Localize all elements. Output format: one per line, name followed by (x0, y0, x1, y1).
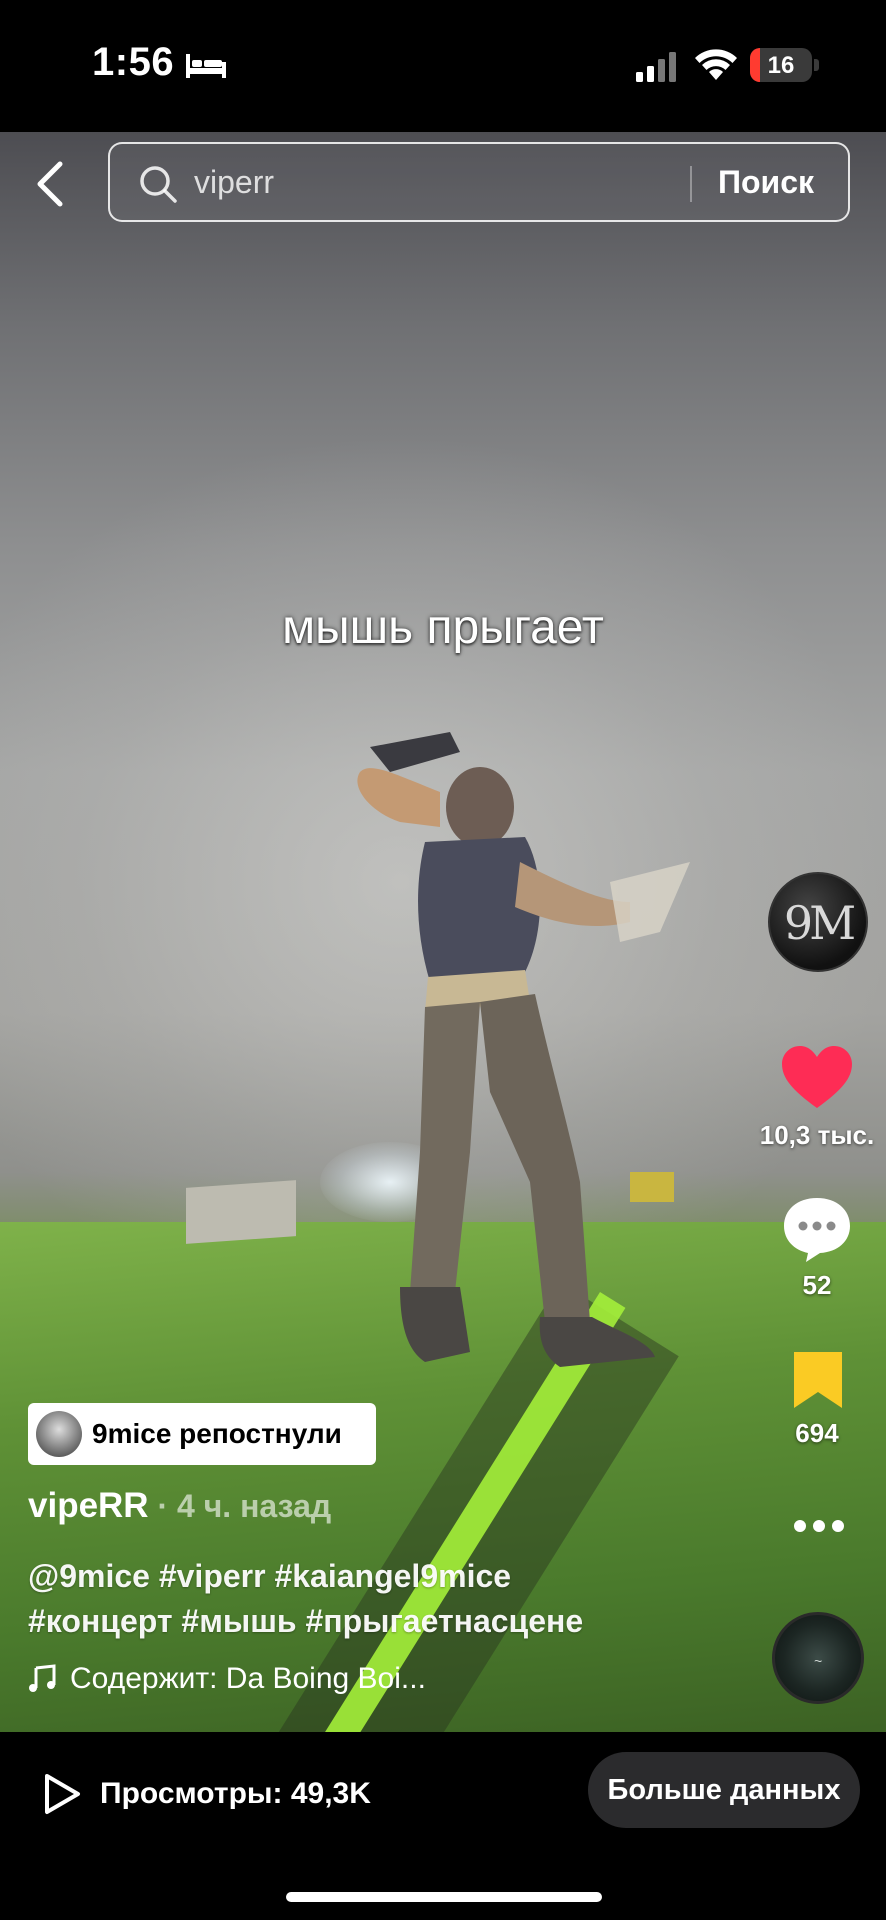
bookmark-icon[interactable] (792, 1350, 844, 1410)
like-count: 10,3 тыс. (759, 1120, 875, 1150)
battery-cap (814, 59, 819, 71)
music-disc[interactable]: ~ (772, 1612, 864, 1704)
comment-count: 52 (802, 1270, 832, 1300)
status-time: 1:56 (92, 40, 175, 84)
music-disc-art: ~ (813, 1653, 823, 1669)
creator-avatar-logo: 9M (783, 896, 856, 950)
description-line[interactable]: @9mice #viperr #kaiangel9mice (28, 1554, 748, 1599)
wifi-icon (695, 49, 737, 80)
back-button[interactable] (26, 156, 76, 212)
status-bar: 1:56 16 (0, 0, 886, 132)
battery-level: 16 (767, 52, 795, 79)
bed-icon (186, 54, 226, 78)
creator-avatar[interactable]: 9M (768, 872, 868, 972)
more-data-button[interactable]: Больше данных (588, 1752, 860, 1828)
repost-chip[interactable]: 9mice репостнули (28, 1403, 376, 1465)
post-time: · 4 ч. назад (148, 1488, 332, 1524)
repost-avatar (36, 1411, 82, 1457)
cellular-signal-icon (636, 52, 676, 82)
play-icon (45, 1774, 80, 1814)
more-options-icon[interactable] (792, 1516, 846, 1536)
home-indicator[interactable] (286, 1892, 602, 1902)
search-input[interactable]: viperr Поиск (108, 142, 850, 222)
views-count: Просмотры: 49,3K (100, 1777, 371, 1810)
music-row[interactable]: Содержит: Da Boing Boi... (28, 1662, 426, 1696)
battery-icon: 16 (750, 48, 812, 82)
search-button[interactable]: Поиск (718, 164, 814, 201)
heart-icon[interactable] (782, 1046, 852, 1110)
video-caption-overlay: мышь прыгает (282, 601, 604, 654)
stage-speaker (186, 1180, 296, 1244)
author-name[interactable]: vipeRR (28, 1486, 149, 1525)
comment-icon[interactable] (782, 1196, 852, 1262)
search-query[interactable]: viperr (194, 164, 274, 201)
description-line[interactable]: #концерт #мышь #прыгаетнасцене (28, 1599, 748, 1644)
music-title: Содержит: Da Boing Boi... (70, 1662, 426, 1695)
repost-label: 9mice репостнули (92, 1418, 342, 1449)
author-row: vipeRR · 4 ч. назад (28, 1486, 331, 1526)
search-divider (690, 166, 692, 202)
bottom-bar: Просмотры: 49,3K Больше данных (0, 1732, 886, 1920)
post-description: @9mice #viperr #kaiangel9mice #концерт #… (28, 1554, 748, 1644)
favorite-count: 694 (795, 1418, 839, 1448)
views-row[interactable]: Просмотры: 49,3K (42, 1772, 371, 1816)
performer-figure (357, 732, 690, 1367)
search-icon (140, 166, 177, 203)
music-note-icon (29, 1664, 56, 1692)
